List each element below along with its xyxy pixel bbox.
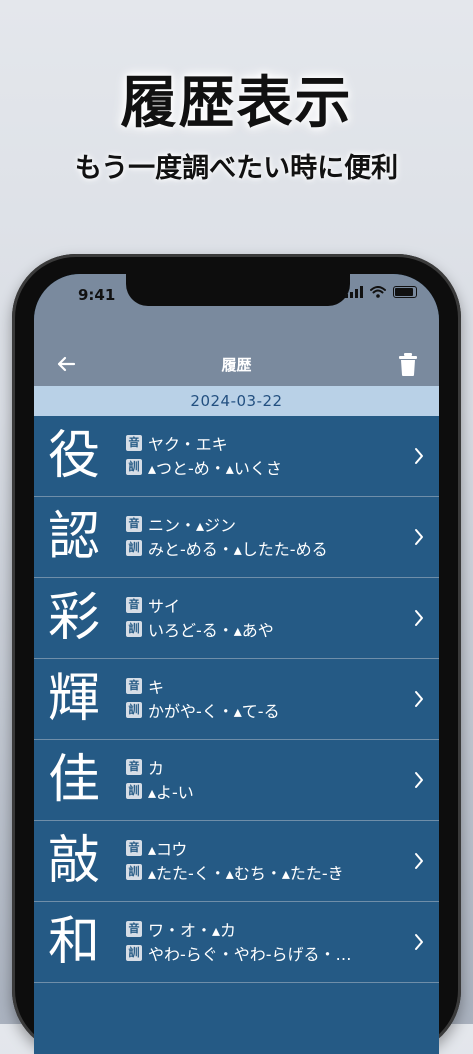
notch bbox=[126, 274, 350, 306]
on-reading-badge: 音 bbox=[126, 435, 142, 451]
on-reading: 音ワ・オ・▴カ bbox=[126, 918, 236, 940]
kun-reading-badge: 訓 bbox=[126, 621, 142, 637]
history-row[interactable]: 輝音キ訓かがや-く・▴て-る bbox=[34, 659, 439, 740]
phone-frame: 9:41 履歴 2024-03-22 役 音 ヤク・エキ 訓 ▴つと-め・▴いく… bbox=[12, 254, 461, 1054]
battery-icon bbox=[393, 286, 417, 298]
kun-reading: 訓かがや-く・▴て-る bbox=[126, 699, 280, 721]
kun-reading-badge: 訓 bbox=[126, 459, 142, 475]
kanji-character: 彩 bbox=[48, 588, 101, 648]
on-reading-badge: 音 bbox=[126, 840, 142, 856]
history-row[interactable]: 和音ワ・オ・▴カ訓やわ-らぐ・やわ-らげる・… bbox=[34, 902, 439, 983]
chevron-right-icon bbox=[415, 529, 423, 545]
on-reading-badge: 音 bbox=[126, 759, 142, 775]
on-reading-text: ワ・オ・▴カ bbox=[148, 921, 237, 940]
kun-reading-text: かがや-く・▴て-る bbox=[148, 702, 280, 721]
kanji-character: 輝 bbox=[48, 669, 101, 729]
kun-reading-text: ▴つと-め・▴いくさ bbox=[148, 459, 282, 478]
status-time: 9:41 bbox=[78, 286, 116, 304]
kun-reading-text: いろど-る・▴あや bbox=[148, 621, 274, 640]
on-reading: 音キ bbox=[126, 675, 164, 697]
chevron-right-icon bbox=[415, 691, 423, 707]
kun-reading: 訓やわ-らぐ・やわ-らげる・… bbox=[126, 942, 352, 964]
kun-reading-text: ▴よ-い bbox=[148, 783, 194, 802]
on-reading-badge: 音 bbox=[126, 597, 142, 613]
kun-reading-badge: 訓 bbox=[126, 702, 142, 718]
on-reading: 音 ▴コウ bbox=[126, 837, 187, 859]
app-screen: 9:41 履歴 2024-03-22 役 音 ヤク・エキ 訓 ▴つと-め・▴いく… bbox=[34, 274, 439, 1054]
kanji-character: 認 bbox=[48, 507, 101, 567]
on-reading: 音カ bbox=[126, 756, 164, 778]
kanji-character: 役 bbox=[48, 426, 101, 486]
history-row[interactable]: 敲 音 ▴コウ訓 ▴たた-く・▴むち・▴たた-き bbox=[34, 821, 439, 902]
chevron-right-icon bbox=[415, 610, 423, 626]
on-reading-badge: 音 bbox=[126, 678, 142, 694]
on-reading-text: ▴コウ bbox=[148, 840, 188, 859]
on-reading-badge: 音 bbox=[126, 516, 142, 532]
chevron-right-icon bbox=[415, 934, 423, 950]
kanji-character: 敲 bbox=[48, 831, 101, 891]
history-row[interactable]: 役音ヤク・エキ訓 ▴つと-め・▴いくさ bbox=[34, 416, 439, 497]
promo-subheadline: もう一度調べたい時に便利 bbox=[74, 153, 399, 184]
on-reading: 音ニン・▴ジン bbox=[126, 513, 236, 535]
kun-reading-text: みと-める・▴したた-める bbox=[148, 540, 328, 559]
on-reading-text: ヤク・エキ bbox=[148, 435, 228, 454]
wifi-icon bbox=[370, 286, 386, 298]
page-title: 履歴 bbox=[221, 356, 252, 374]
kun-reading: 訓 ▴つと-め・▴いくさ bbox=[126, 456, 282, 478]
kun-reading: 訓 ▴たた-く・▴むち・▴たた-き bbox=[126, 861, 344, 883]
kanji-character: 和 bbox=[48, 912, 101, 972]
kanji-character: 佳 bbox=[48, 750, 101, 810]
history-row[interactable]: 佳音カ訓 ▴よ-い bbox=[34, 740, 439, 821]
chevron-right-icon bbox=[415, 448, 423, 464]
status-icons bbox=[345, 286, 417, 298]
kun-reading-badge: 訓 bbox=[126, 540, 142, 556]
on-reading: 音サイ bbox=[126, 594, 180, 616]
kun-reading-badge: 訓 bbox=[126, 783, 142, 799]
history-row[interactable]: 認音ニン・▴ジン訓みと-める・▴したた-める bbox=[34, 497, 439, 578]
kun-reading-text: やわ-らぐ・やわ-らげる・… bbox=[148, 945, 352, 964]
kun-reading: 訓 ▴よ-い bbox=[126, 780, 194, 802]
kun-reading-badge: 訓 bbox=[126, 945, 142, 961]
chevron-right-icon bbox=[415, 772, 423, 788]
kun-reading: 訓いろど-る・▴あや bbox=[126, 618, 274, 640]
on-reading-text: キ bbox=[148, 678, 165, 697]
kun-reading-badge: 訓 bbox=[126, 864, 142, 880]
top-bar: 9:41 履歴 bbox=[34, 274, 439, 386]
date-section-header: 2024-03-22 bbox=[34, 386, 439, 416]
promo-headline: 履歴表示 bbox=[120, 70, 353, 136]
trash-icon[interactable] bbox=[397, 350, 419, 378]
on-reading-badge: 音 bbox=[126, 921, 142, 937]
kun-reading-text: ▴たた-く・▴むち・▴たた-き bbox=[148, 864, 344, 883]
navigation-bar: 履歴 bbox=[34, 344, 439, 384]
chevron-right-icon bbox=[415, 853, 423, 869]
cellular-signal-icon bbox=[345, 286, 363, 298]
on-reading-text: ニン・▴ジン bbox=[148, 516, 237, 535]
on-reading: 音ヤク・エキ bbox=[126, 432, 228, 454]
history-list: 役音ヤク・エキ訓 ▴つと-め・▴いくさ認音ニン・▴ジン訓みと-める・▴したた-める… bbox=[34, 416, 439, 983]
kun-reading: 訓みと-める・▴したた-める bbox=[126, 537, 328, 559]
history-row[interactable]: 彩音サイ訓いろど-る・▴あや bbox=[34, 578, 439, 659]
on-reading-text: カ bbox=[148, 759, 165, 778]
on-reading-text: サイ bbox=[148, 597, 181, 616]
